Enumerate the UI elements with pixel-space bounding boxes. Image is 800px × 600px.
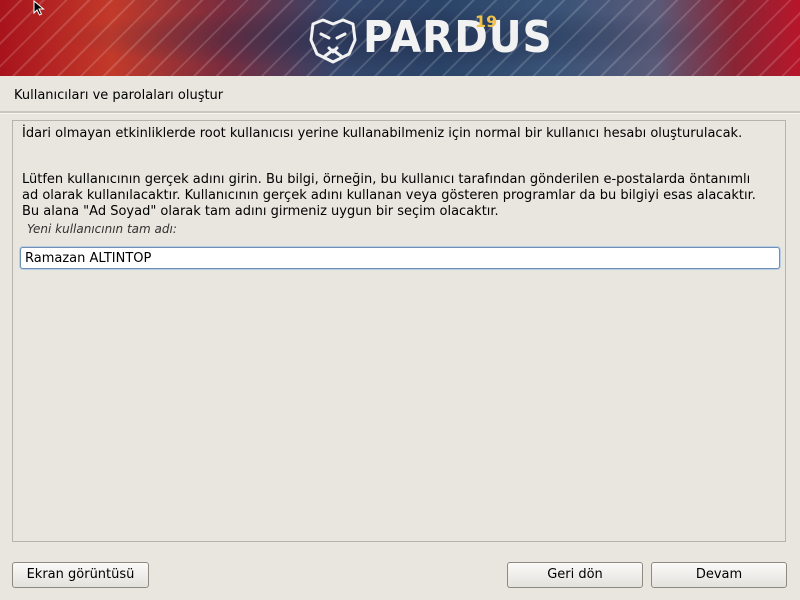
content-panel: İdari olmayan etkinliklerde root kullanı… bbox=[12, 120, 786, 542]
continue-button[interactable]: Devam bbox=[651, 562, 787, 588]
instruction-paragraph: Lütfen kullanıcının gerçek adını girin. … bbox=[22, 172, 756, 219]
pardus-logo: PARDUS 19 bbox=[305, 8, 552, 68]
mouse-pointer-icon bbox=[33, 0, 45, 16]
back-button[interactable]: Geri dön bbox=[507, 562, 643, 588]
full-name-label: Yeni kullanıcının tam adı: bbox=[27, 222, 177, 236]
brand-wordmark: PARDUS bbox=[363, 12, 553, 63]
page-title: Kullanıcıları ve parolaları oluştur bbox=[14, 88, 224, 103]
screenshot-button[interactable]: Ekran görüntüsü bbox=[12, 562, 149, 588]
cat-head-icon bbox=[309, 18, 357, 64]
intro-paragraph: İdari olmayan etkinliklerde root kullanı… bbox=[22, 126, 743, 141]
header-banner: PARDUS 19 bbox=[0, 0, 800, 76]
full-name-input[interactable] bbox=[20, 247, 780, 269]
title-divider bbox=[0, 111, 800, 114]
brand-version: 19 bbox=[475, 12, 498, 31]
